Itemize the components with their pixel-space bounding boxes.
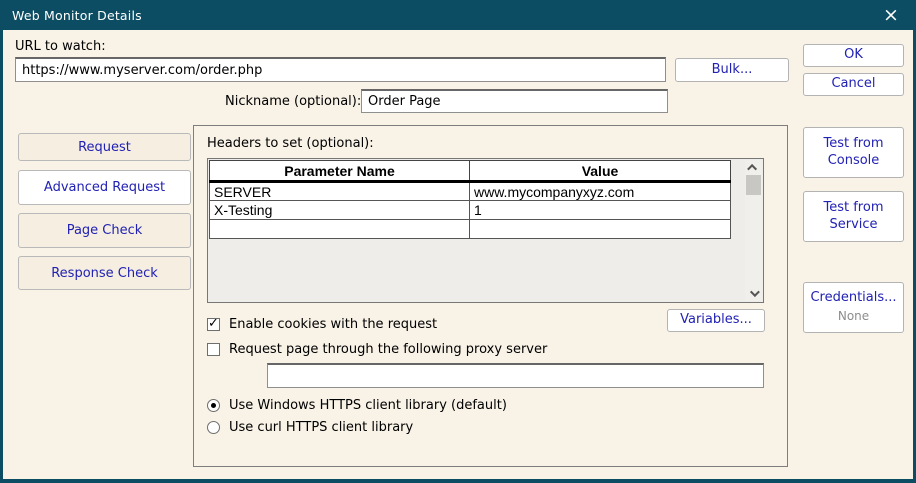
enable-cookies-label: Enable cookies with the request [229, 317, 437, 332]
close-icon[interactable]: × [874, 0, 908, 30]
column-header-value[interactable]: Value [470, 161, 731, 182]
table-header-row: Parameter Name Value [210, 161, 731, 182]
nickname-label: Nickname (optional): [225, 94, 361, 109]
proxy-checkbox[interactable]: Request page through the following proxy… [207, 342, 547, 357]
cell-parameter-name[interactable]: SERVER [210, 182, 470, 201]
scrollbar-down-icon[interactable] [745, 286, 762, 301]
cancel-button[interactable]: Cancel [803, 73, 904, 96]
headers-table: Parameter Name Value SERVER www.mycompan… [209, 160, 731, 239]
nickname-input[interactable] [361, 89, 668, 113]
credentials-button[interactable]: Credentials... None [803, 282, 904, 333]
test-from-service-button[interactable]: Test from Service [803, 191, 904, 242]
cell-parameter-name[interactable] [210, 220, 470, 239]
url-label: URL to watch: [15, 39, 106, 54]
scrollbar-thumb[interactable] [746, 175, 761, 195]
table-row[interactable]: X-Testing 1 [210, 201, 731, 220]
test-from-console-button[interactable]: Test from Console [803, 127, 904, 178]
table-row[interactable] [210, 220, 731, 239]
table-scrollbar[interactable] [745, 160, 762, 301]
column-header-parameter-name[interactable]: Parameter Name [210, 161, 470, 182]
tab-request[interactable]: Request [18, 133, 191, 161]
tab-request-label: Request [78, 140, 131, 155]
cell-parameter-name[interactable]: X-Testing [210, 201, 470, 220]
cell-value[interactable] [470, 220, 731, 239]
advanced-request-panel: Headers to set (optional): Parameter Nam… [193, 125, 788, 467]
tab-response-check[interactable]: Response Check [18, 256, 191, 290]
radio-icon[interactable] [207, 399, 220, 412]
tab-page-check[interactable]: Page Check [18, 213, 191, 248]
cell-value[interactable]: 1 [470, 201, 731, 220]
checkbox-icon[interactable] [207, 343, 220, 356]
tab-page-check-label: Page Check [67, 223, 143, 238]
proxy-server-input[interactable] [267, 363, 764, 388]
headers-listbox: Parameter Name Value SERVER www.mycompan… [207, 158, 764, 303]
tab-advanced-request-label: Advanced Request [44, 180, 165, 195]
tab-response-check-label: Response Check [51, 266, 158, 281]
cell-value[interactable]: www.mycompanyxyz.com [470, 182, 731, 201]
curl-https-radio[interactable]: Use curl HTTPS client library [207, 420, 413, 435]
curl-https-label: Use curl HTTPS client library [229, 420, 413, 435]
bulk-button[interactable]: Bulk... [675, 58, 789, 82]
window-title: Web Monitor Details [12, 8, 142, 23]
windows-https-label: Use Windows HTTPS client library (defaul… [229, 398, 507, 413]
ok-button[interactable]: OK [803, 44, 904, 67]
web-monitor-details-dialog: Web Monitor Details × URL to watch: Bulk… [0, 0, 916, 483]
variables-button[interactable]: Variables... [667, 309, 765, 332]
headers-label: Headers to set (optional): [207, 136, 374, 151]
tab-advanced-request[interactable]: Advanced Request [18, 170, 191, 205]
windows-https-radio[interactable]: Use Windows HTTPS client library (defaul… [207, 398, 507, 413]
table-row[interactable]: SERVER www.mycompanyxyz.com [210, 182, 731, 201]
proxy-label: Request page through the following proxy… [229, 342, 547, 357]
checkbox-icon[interactable] [207, 318, 220, 331]
enable-cookies-checkbox[interactable]: Enable cookies with the request [207, 317, 437, 332]
scrollbar-up-icon[interactable] [745, 160, 762, 175]
url-input[interactable] [15, 57, 666, 82]
title-bar: Web Monitor Details × [0, 0, 916, 30]
radio-icon[interactable] [207, 421, 220, 434]
credentials-status: None [838, 309, 869, 325]
credentials-label: Credentials... [810, 290, 896, 307]
